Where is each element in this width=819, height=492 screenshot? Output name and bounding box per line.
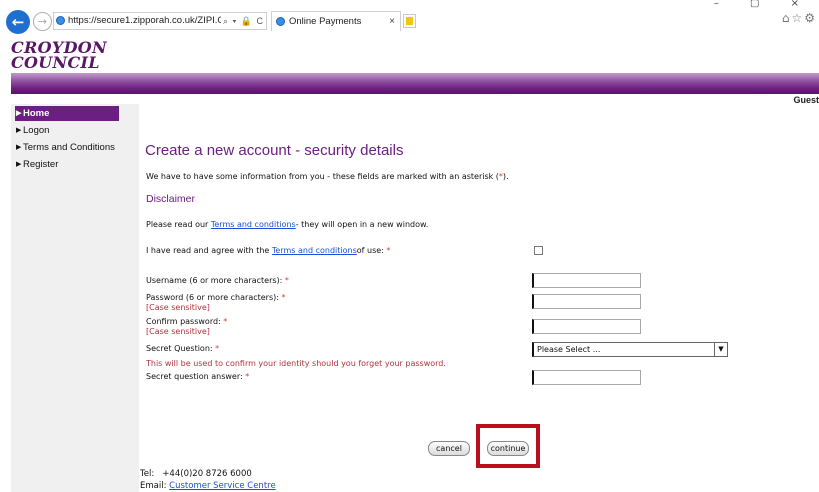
contact-footer: Tel: +44(0)20 8726 6000 Email: Customer … <box>140 469 276 492</box>
required-asterisk: * <box>215 344 220 353</box>
sidebar-item-label: Terms and Conditions <box>23 142 115 153</box>
new-tab-button[interactable] <box>403 14 416 28</box>
tel-value: +44(0)20 8726 6000 <box>162 469 252 479</box>
continue-button[interactable]: continue <box>487 441 529 456</box>
agree-terms-link[interactable]: Terms and conditions <box>272 246 357 255</box>
tab-title: Online Payments <box>289 16 362 27</box>
phone-line: Tel: +44(0)20 8726 6000 <box>140 469 276 481</box>
address-bar[interactable]: https://secure1.zipporah.co.uk/ZIPI.Croy… <box>53 12 267 30</box>
required-asterisk: * <box>223 317 228 326</box>
username-field[interactable] <box>532 273 641 288</box>
disclaimer-text: Please read our Terms and conditions- th… <box>146 220 428 229</box>
answer-label-text: Secret question answer: <box>146 372 246 381</box>
password-label: Password (6 or more characters): * <box>146 293 286 302</box>
sidebar-item-terms[interactable]: ▶ Terms and Conditions <box>15 140 115 155</box>
header-band <box>11 73 819 94</box>
required-asterisk: * <box>281 293 286 302</box>
agree-text-start: I have read and agree with the <box>146 246 272 255</box>
password-label-text: Password (6 or more characters): <box>146 293 282 302</box>
star-icon[interactable]: ☆ <box>791 11 804 25</box>
sidebar-item-register[interactable]: ▶ Register <box>15 157 58 172</box>
question-label-text: Secret Question: <box>146 344 216 353</box>
toolbar-icons: ⌂☆⚙ <box>782 11 817 25</box>
disclaimer-text-end: - they will open in a new window. <box>295 220 429 229</box>
triangle-right-icon: ▶ <box>16 161 22 168</box>
browser-tab[interactable]: Online Payments × <box>271 11 401 31</box>
customer-service-link[interactable]: Customer Service Centre <box>169 481 276 491</box>
back-arrow-icon[interactable]: ← <box>6 10 30 34</box>
password-hint: [Case sensitive] <box>146 303 210 312</box>
confirm-password-hint: [Case sensitive] <box>146 327 210 336</box>
cancel-button[interactable]: cancel <box>428 441 470 456</box>
terms-link[interactable]: Terms and conditions <box>211 220 296 229</box>
sidebar-item-logon[interactable]: ▶ Logon <box>15 123 49 138</box>
confirm-label-text: Confirm password: <box>146 317 224 326</box>
site-favicon-icon <box>56 16 65 25</box>
required-asterisk: * <box>284 276 289 285</box>
browser-chrome: ← → https://secure1.zipporah.co.uk/ZIPI.… <box>0 0 819 38</box>
secret-question-select[interactable]: Please Select ... ▼ <box>532 342 728 357</box>
tab-favicon-icon <box>276 17 285 26</box>
sidebar-item-label: Register <box>23 159 59 170</box>
tel-label: Tel: <box>140 469 155 479</box>
croydon-council-logo[interactable]: CROYDON COUNCIL <box>11 40 107 72</box>
secret-answer-label: Secret question answer: * <box>146 372 249 381</box>
agree-checkbox[interactable] <box>534 246 543 255</box>
required-asterisk: * <box>245 372 250 381</box>
username-label-text: Username (6 or more characters): <box>146 276 285 285</box>
disclaimer-text-start: Please read our <box>146 220 211 229</box>
main-content: Create a new account - security details … <box>139 104 819 492</box>
secret-question-hint: This will be used to confirm your identi… <box>146 359 446 368</box>
sidebar-item-label: Home <box>23 108 50 119</box>
secret-question-value: Please Select ... <box>537 345 601 354</box>
window-controls[interactable]: – ▢ × <box>714 0 813 9</box>
new-tab-icon <box>406 17 413 25</box>
email-line: Email: Customer Service Centre <box>140 481 276 492</box>
forward-arrow-icon[interactable]: → <box>33 12 52 31</box>
sidebar-item-label: Logon <box>23 125 50 136</box>
secret-answer-field[interactable] <box>532 370 641 385</box>
logo-line-2: COUNCIL <box>11 52 100 72</box>
password-field[interactable] <box>532 294 641 309</box>
agree-label: I have read and agree with the Terms and… <box>146 246 390 255</box>
agree-text-end: of use: <box>356 246 387 255</box>
triangle-right-icon: ▶ <box>16 127 22 134</box>
sidebar: ▶ Home ▶ Logon ▶ Terms and Conditions ▶ Regi… <box>11 104 139 492</box>
confirm-password-label: Confirm password: * <box>146 317 227 326</box>
email-label: Email: <box>140 480 167 491</box>
chevron-down-icon[interactable]: ▼ <box>714 343 727 356</box>
tab-close-icon[interactable]: × <box>389 12 395 31</box>
username-label: Username (6 or more characters): * <box>146 276 289 285</box>
required-asterisk: * <box>386 246 391 255</box>
disclaimer-heading: Disclaimer <box>146 193 196 205</box>
triangle-right-icon: ▶ <box>16 110 22 117</box>
gear-icon[interactable]: ⚙ <box>804 11 817 25</box>
intro-text: We have to have some information from yo… <box>146 172 509 181</box>
secret-question-label: Secret Question: * <box>146 344 219 353</box>
triangle-right-icon: ▶ <box>16 144 22 151</box>
sidebar-item-home[interactable]: ▶ Home <box>15 106 119 121</box>
address-tools-icon[interactable]: ⌕ ▾ 🔒 C <box>220 13 264 29</box>
intro-text-start: We have to have some information from yo… <box>146 172 499 181</box>
confirm-password-field[interactable] <box>532 319 641 334</box>
intro-text-end: ). <box>502 172 509 181</box>
page-title: Create a new account - security details <box>145 142 404 159</box>
